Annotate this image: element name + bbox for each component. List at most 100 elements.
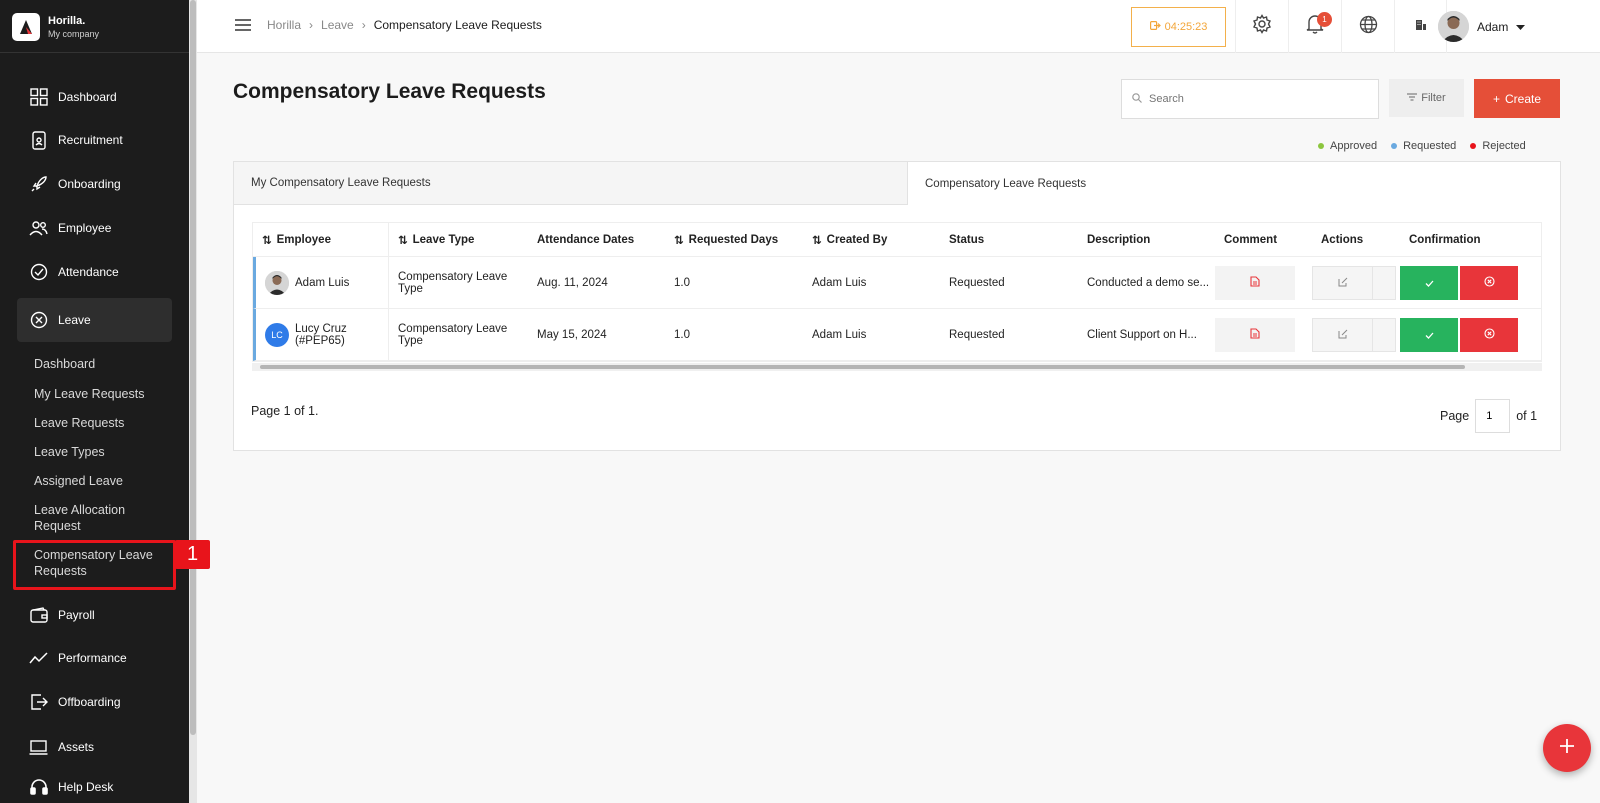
- chevron-right-icon: ›: [309, 18, 314, 32]
- actions-group: [1312, 265, 1396, 300]
- attendance-timer-button[interactable]: 04:25:23: [1131, 7, 1226, 47]
- sort-icon: ⇅: [398, 234, 408, 247]
- employee-name: Lucy Cruz (#PEP65): [295, 322, 347, 347]
- actions-cell: [1312, 257, 1400, 308]
- status-legend: Approved Requested Rejected: [1318, 140, 1526, 152]
- sort-icon: ⇅: [262, 234, 272, 247]
- sidebar-item-performance[interactable]: Performance: [17, 638, 172, 678]
- sidebar-sub-leave-types[interactable]: Leave Types: [34, 444, 174, 460]
- legend-rejected[interactable]: Rejected: [1470, 140, 1526, 152]
- comment-cell: [1215, 309, 1312, 360]
- sidebar-scrollbar-thumb[interactable]: [190, 0, 196, 735]
- user-menu[interactable]: Adam: [1438, 11, 1526, 42]
- sidebar-item-assets[interactable]: Assets: [17, 727, 172, 767]
- headset-icon: [29, 777, 48, 796]
- sidebar-sub-assigned-leave[interactable]: Assigned Leave: [34, 473, 174, 489]
- sidebar-item-onboarding[interactable]: Onboarding: [17, 164, 172, 204]
- check-icon: [1425, 327, 1434, 342]
- header-attendance-dates: Attendance Dates: [537, 233, 635, 246]
- header-leave-type[interactable]: ⇅ Leave Type: [389, 223, 528, 256]
- leave-type-cell: Compensatory Leave Type: [398, 322, 508, 347]
- sidebar-sub-leave-requests[interactable]: Leave Requests: [34, 415, 174, 431]
- sidebar-item-recruitment[interactable]: Recruitment: [17, 120, 172, 160]
- sidebar-sub-leave-allocation-request[interactable]: Leave Allocation Request: [34, 502, 144, 534]
- sidebar-item-employee[interactable]: Employee: [17, 208, 172, 248]
- header-requested-days[interactable]: ⇅ Requested Days: [665, 223, 803, 256]
- comment-button[interactable]: [1215, 317, 1295, 352]
- approve-button[interactable]: [1400, 317, 1458, 352]
- confirmation-cell: [1400, 257, 1530, 308]
- breadcrumb-leave[interactable]: Leave: [321, 18, 354, 32]
- approve-button[interactable]: [1400, 265, 1458, 300]
- edit-button[interactable]: [1313, 318, 1372, 351]
- actions-cell: [1312, 309, 1400, 360]
- legend-approved[interactable]: Approved: [1318, 140, 1377, 152]
- sidebar-sub-my-leave-requests[interactable]: My Leave Requests: [34, 386, 174, 402]
- sidebar-sub-leave-dashboard[interactable]: Dashboard: [34, 356, 174, 372]
- sidebar-item-label: Leave: [58, 313, 91, 327]
- tab-compensatory-leave-requests[interactable]: Compensatory Leave Requests: [908, 162, 1560, 205]
- notifications-button[interactable]: 1: [1288, 0, 1341, 53]
- sidebar-item-dashboard[interactable]: Dashboard: [17, 77, 172, 117]
- sort-icon: ⇅: [812, 234, 822, 247]
- sidebar-item-label: Dashboard: [58, 90, 117, 104]
- scrollbar-thumb[interactable]: [260, 365, 1465, 369]
- quick-action-button[interactable]: [1543, 724, 1591, 772]
- header-created-by[interactable]: ⇅ Created By: [803, 223, 940, 256]
- header-employee[interactable]: ⇅ Employee: [253, 223, 389, 256]
- comment-doc-icon: [1250, 275, 1260, 290]
- header-status: Status: [949, 233, 985, 246]
- brand[interactable]: Horilla. My company: [12, 13, 99, 41]
- sidebar-item-help-desk[interactable]: Help Desk: [17, 770, 172, 803]
- sidebar-item-label: Performance: [58, 651, 127, 665]
- search-input[interactable]: [1149, 93, 1349, 105]
- legend-requested[interactable]: Requested: [1391, 140, 1456, 152]
- clock-out-icon: [1149, 21, 1161, 33]
- sidebar-item-label: Recruitment: [58, 133, 123, 147]
- avatar-initials: LC: [265, 322, 289, 347]
- table-row[interactable]: LC Lucy Cruz (#PEP65) Compensatory Leave…: [253, 309, 1541, 361]
- sidebar-item-attendance[interactable]: Attendance: [17, 252, 172, 292]
- sidebar-item-label: Attendance: [58, 265, 119, 279]
- header-confirmation: Confirmation: [1409, 233, 1481, 246]
- avatar: [1438, 11, 1469, 42]
- sidebar-item-label: Payroll: [58, 608, 95, 622]
- settings-button[interactable]: [1235, 0, 1288, 53]
- filter-button[interactable]: Filter: [1389, 79, 1464, 117]
- tab-my-compensatory-leave-requests[interactable]: My Compensatory Leave Requests: [234, 162, 908, 205]
- sidebar-item-label: Help Desk: [58, 779, 114, 794]
- sidebar-item-leave[interactable]: Leave: [17, 298, 172, 342]
- requests-table: ⇅ Employee ⇅ Leave Type Attendance Dates ⇅…: [252, 222, 1542, 362]
- table-horizontal-scrollbar[interactable]: [252, 363, 1542, 371]
- sidebar-item-offboarding[interactable]: Offboarding: [17, 682, 172, 722]
- x-circle-icon: [29, 311, 48, 330]
- more-actions-button[interactable]: [1372, 318, 1395, 351]
- reject-button[interactable]: [1460, 317, 1518, 352]
- check-circle-icon: [29, 263, 48, 282]
- header-description: Description: [1087, 233, 1151, 246]
- search-box[interactable]: [1121, 79, 1379, 119]
- comment-button[interactable]: [1215, 265, 1295, 300]
- notification-badge: 1: [1317, 12, 1332, 27]
- table-row[interactable]: Adam Luis Compensatory Leave Type Aug. 1…: [253, 257, 1541, 309]
- more-actions-button[interactable]: [1372, 266, 1395, 299]
- exit-icon: [29, 693, 48, 712]
- create-button[interactable]: + Create: [1474, 79, 1560, 118]
- breadcrumb-home[interactable]: Horilla: [267, 18, 301, 32]
- gear-icon: [1252, 14, 1272, 39]
- search-icon: [1132, 92, 1142, 106]
- x-circle-icon: [1483, 275, 1495, 290]
- page-number-input[interactable]: [1475, 399, 1511, 433]
- requests-panel: My Compensatory Leave Requests Compensat…: [233, 161, 1561, 451]
- menu-toggle-icon[interactable]: [234, 18, 252, 34]
- edit-button[interactable]: [1313, 266, 1372, 299]
- language-button[interactable]: [1341, 0, 1394, 53]
- breadcrumb: Horilla › Leave › Compensatory Leave Req…: [267, 18, 542, 32]
- confirmation-cell: [1400, 309, 1530, 360]
- highlight-badge: 1: [175, 540, 210, 569]
- users-icon: [29, 219, 48, 238]
- user-name: Adam: [1477, 19, 1509, 34]
- reject-button[interactable]: [1460, 265, 1518, 300]
- wallet-icon: [29, 606, 48, 625]
- sidebar-item-payroll[interactable]: Payroll: [17, 595, 172, 635]
